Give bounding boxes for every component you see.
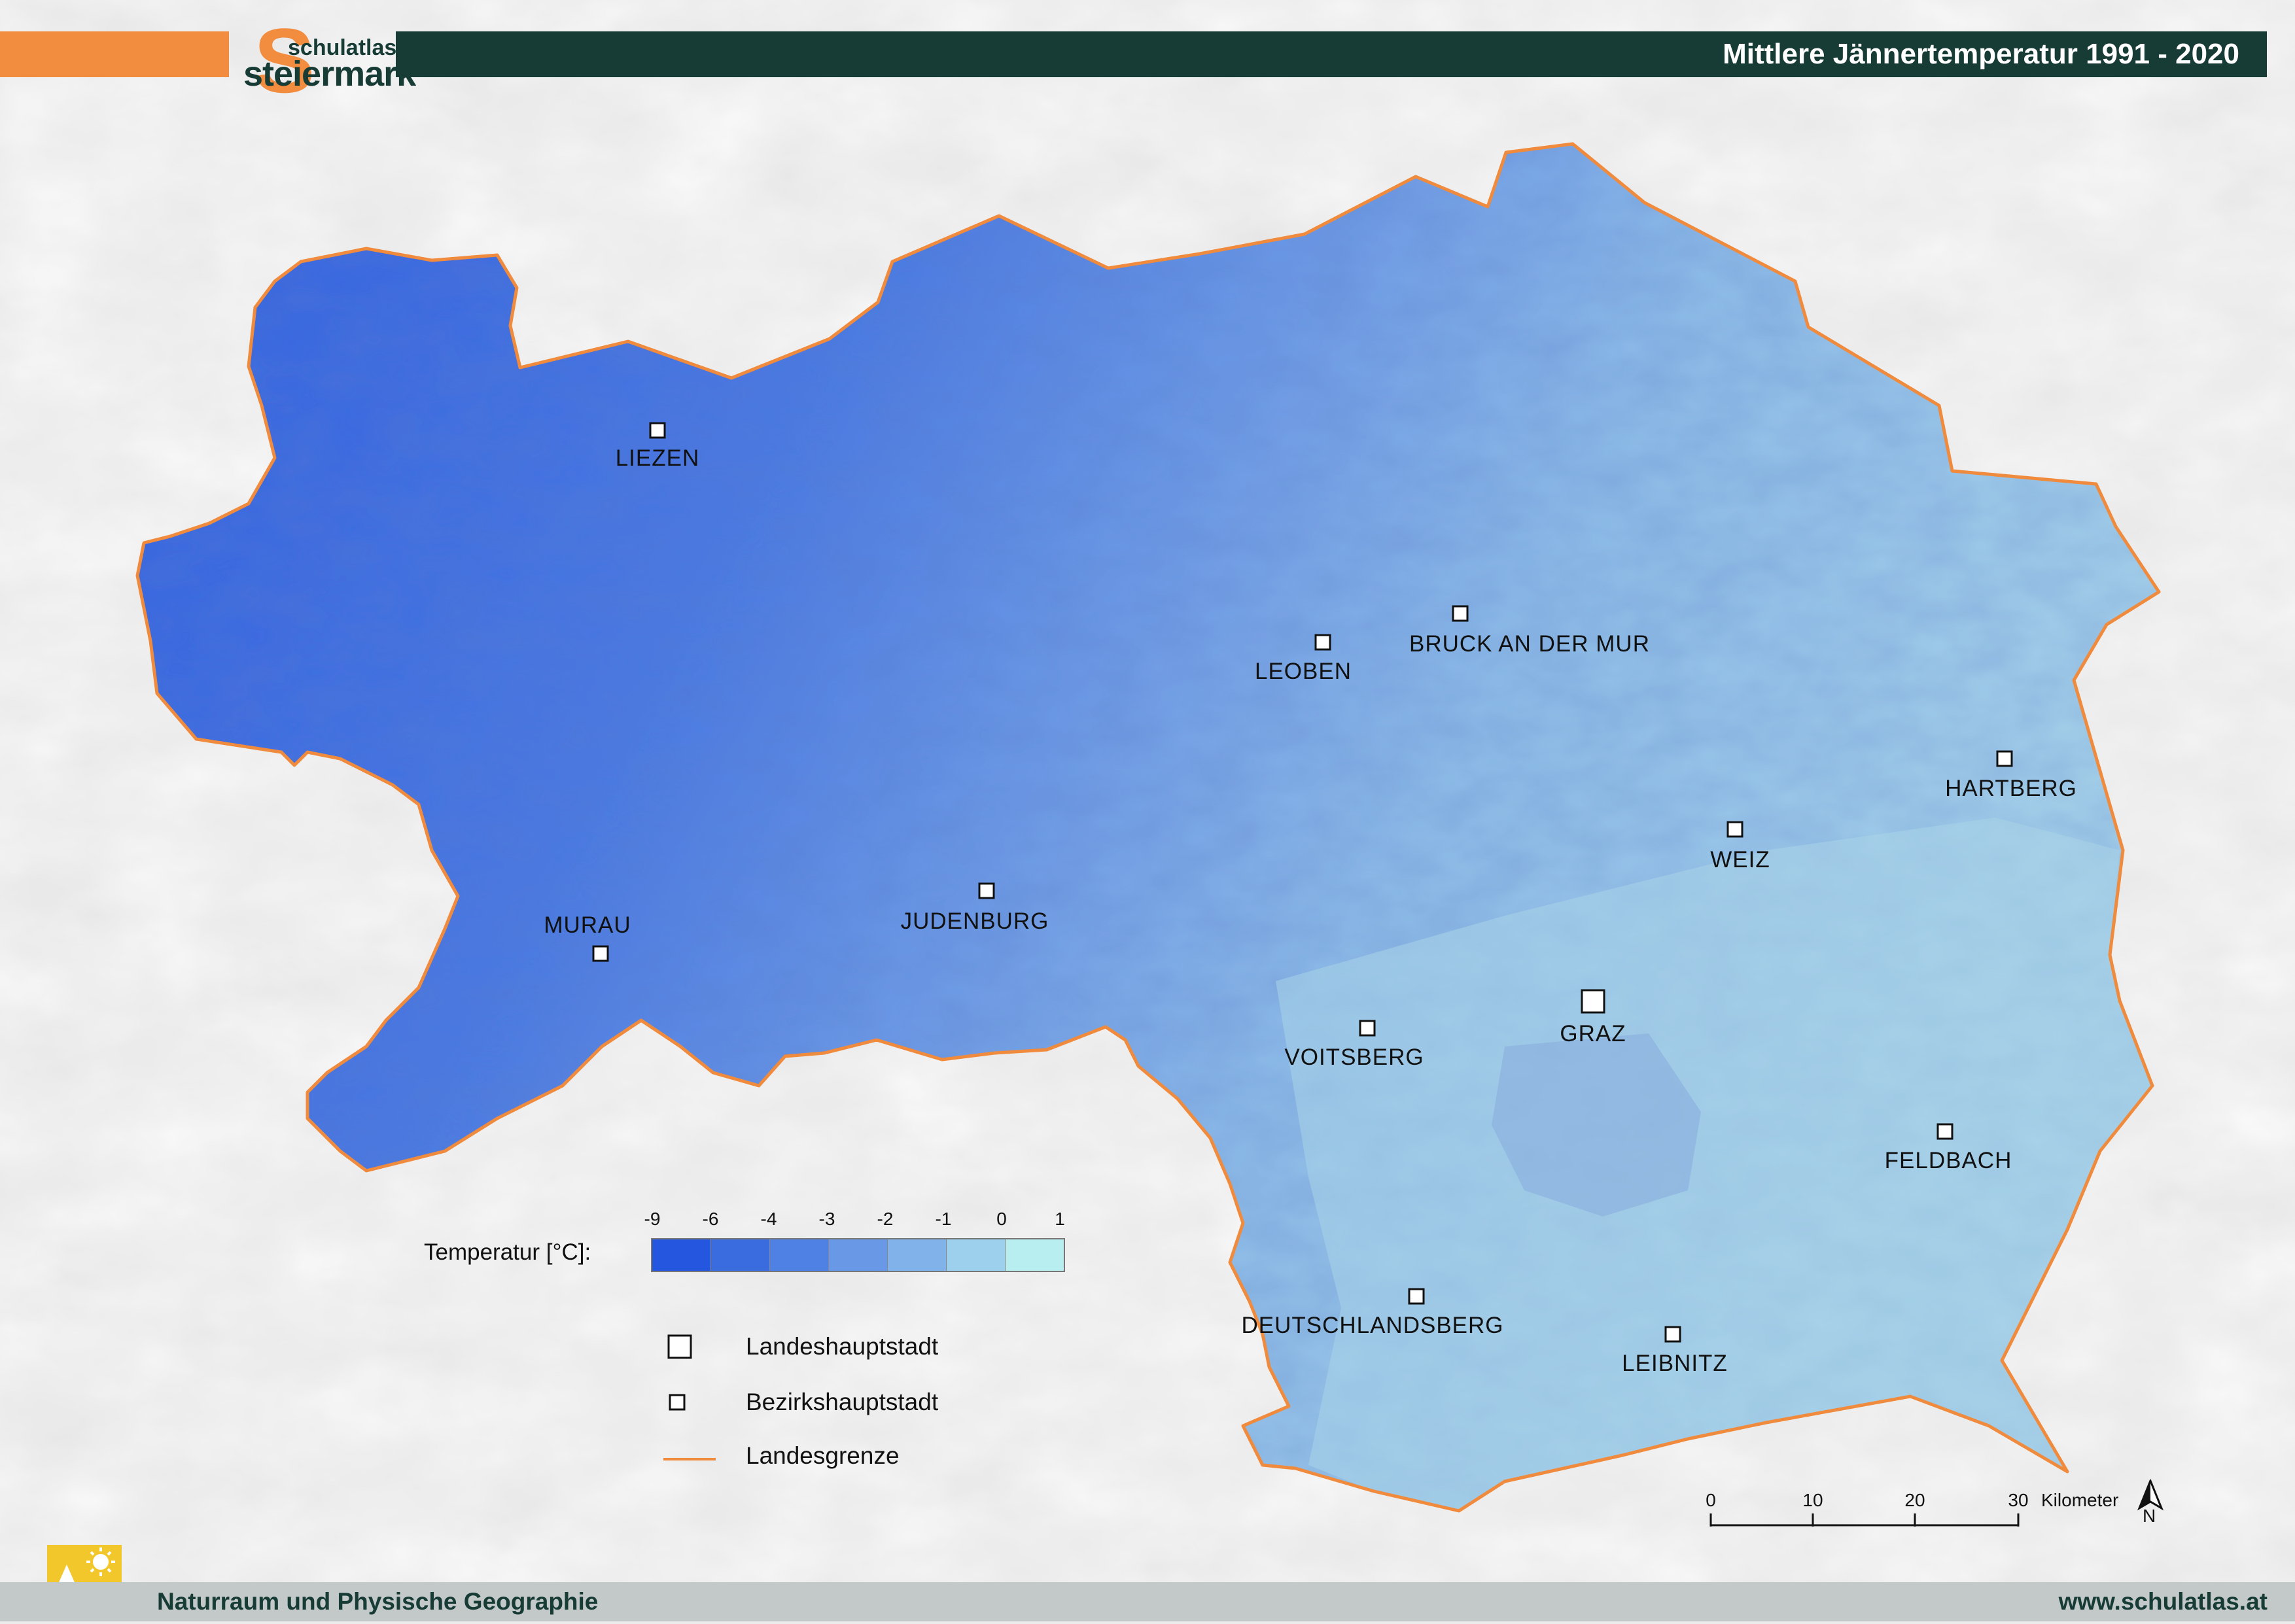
city-label: FELDBACH xyxy=(1885,1148,2012,1173)
scale-bar xyxy=(1709,1513,2020,1527)
district-marker-icon[interactable] xyxy=(1314,634,1331,651)
temperature-map: LIEZEN LEOBEN BRUCK AN DER MUR HARTBERG WEIZ… xyxy=(135,142,2161,1513)
district-marker-icon[interactable] xyxy=(1664,1326,1681,1343)
legend-capital-label: Landeshauptstadt xyxy=(746,1333,939,1360)
ramp-cell xyxy=(710,1239,769,1271)
temperature-color-ramp xyxy=(651,1238,1065,1272)
footer-website-link[interactable]: www.schulatlas.at xyxy=(2059,1582,2268,1621)
legend-temperature-label: Temperatur [°C]: xyxy=(424,1239,591,1265)
legend-district-label: Bezirkshauptstadt xyxy=(746,1389,939,1415)
ramp-tick-label: -1 xyxy=(935,1209,952,1229)
city-label: LEIBNITZ xyxy=(1622,1351,1728,1376)
city-label: LEOBEN xyxy=(1255,659,1352,684)
scale-label-30: 30 xyxy=(2008,1490,2029,1510)
ramp-cell xyxy=(769,1239,828,1271)
city-label: MURAU xyxy=(544,912,631,938)
footer-section-title: Naturraum und Physische Geographie xyxy=(157,1588,599,1615)
ramp-tick-label: 1 xyxy=(1055,1209,1065,1229)
capital-marker-icon[interactable] xyxy=(1581,989,1605,1014)
ramp-tick-label: 0 xyxy=(996,1209,1007,1229)
capital-square-icon xyxy=(667,1334,692,1359)
footer-bar: Naturraum und Physische Geographie www.s… xyxy=(0,1582,2295,1621)
district-marker-icon[interactable] xyxy=(649,422,666,439)
ramp-cell xyxy=(1005,1239,1064,1271)
ramp-tick-label: -9 xyxy=(644,1209,661,1229)
ramp-cell xyxy=(946,1239,1005,1271)
scale-unit-label: Kilometer xyxy=(2041,1490,2119,1510)
district-square-icon xyxy=(669,1394,686,1411)
district-marker-icon[interactable] xyxy=(592,945,609,962)
border-line-icon xyxy=(663,1458,716,1460)
ramp-cell xyxy=(887,1239,946,1271)
ramp-cell xyxy=(828,1239,887,1271)
scale-label-10: 10 xyxy=(1802,1490,1823,1510)
city-label: JUDENBURG xyxy=(901,908,1049,934)
district-marker-icon[interactable] xyxy=(1996,750,2013,767)
scale-label-0: 0 xyxy=(1706,1490,1716,1510)
city-label: GRAZ xyxy=(1560,1021,1626,1046)
city-label: LIEZEN xyxy=(616,445,700,471)
ramp-tick-label: -4 xyxy=(760,1209,777,1229)
city-label: VOITSBERG xyxy=(1284,1045,1424,1070)
district-marker-icon[interactable] xyxy=(1726,821,1743,838)
north-label: N xyxy=(2143,1506,2156,1526)
district-marker-icon[interactable] xyxy=(1452,605,1469,622)
district-marker-icon[interactable] xyxy=(1359,1020,1376,1037)
district-marker-icon[interactable] xyxy=(1408,1288,1425,1305)
ramp-tick-label: -3 xyxy=(818,1209,835,1229)
city-label: BRUCK AN DER MUR xyxy=(1409,631,1650,657)
ramp-tick-label: -2 xyxy=(877,1209,894,1229)
district-marker-icon[interactable] xyxy=(1936,1123,1953,1140)
city-label: HARTBERG xyxy=(1945,776,2077,801)
ramp-cell xyxy=(652,1239,710,1271)
city-label: DEUTSCHLANDSBERG xyxy=(1241,1313,1503,1338)
styria-map-body xyxy=(135,142,2161,1513)
scale-label-20: 20 xyxy=(1904,1490,1925,1510)
city-label: WEIZ xyxy=(1710,847,1770,872)
district-marker-icon[interactable] xyxy=(978,882,995,899)
ramp-tick-label: -6 xyxy=(702,1209,719,1229)
legend-border-label: Landesgrenze xyxy=(746,1442,900,1469)
